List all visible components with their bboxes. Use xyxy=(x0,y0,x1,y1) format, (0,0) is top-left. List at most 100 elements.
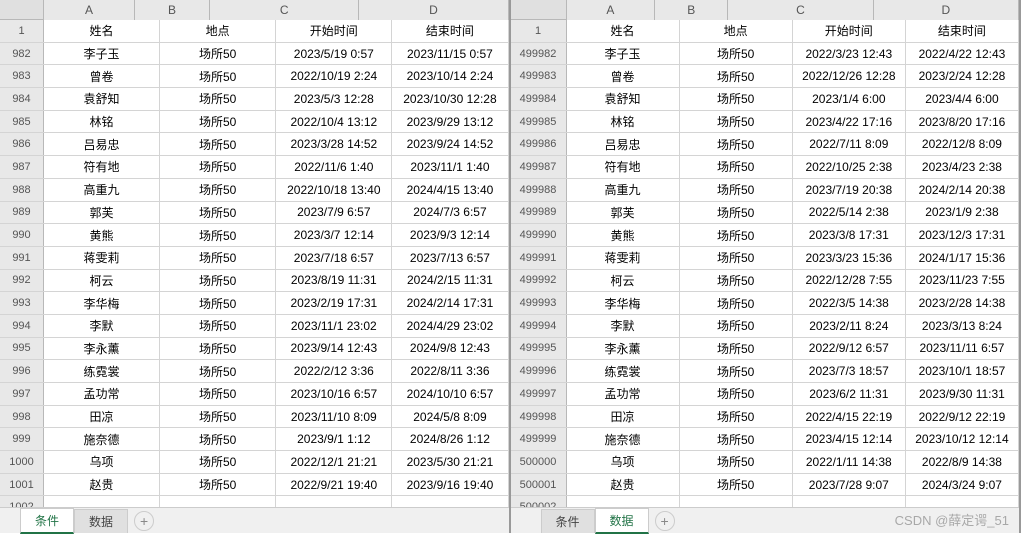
cell-place[interactable]: 场所50 xyxy=(680,133,793,155)
cell-name[interactable]: 吕易忠 xyxy=(44,133,160,155)
cell-end[interactable]: 2024/2/14 17:31 xyxy=(392,292,508,314)
row-header[interactable]: 499988 xyxy=(511,179,567,201)
col-header-C[interactable]: C xyxy=(210,0,359,20)
row-header[interactable]: 499998 xyxy=(511,406,567,428)
cell-end[interactable]: 2023/4/4 6:00 xyxy=(906,88,1019,110)
cell-start[interactable]: 2023/7/9 6:57 xyxy=(276,202,392,224)
cell-end[interactable]: 2023/11/1 1:40 xyxy=(392,156,508,178)
row-header[interactable]: 499993 xyxy=(511,292,567,314)
cell-end[interactable]: 2023/8/20 17:16 xyxy=(906,111,1019,133)
cell-end[interactable]: 2024/4/29 23:02 xyxy=(392,315,508,337)
cell-place[interactable]: 场所50 xyxy=(680,360,793,382)
cell-end[interactable]: 2023/11/15 0:57 xyxy=(392,43,508,65)
cell-name[interactable]: 郭芙 xyxy=(567,202,680,224)
cell-start[interactable]: 2022/11/6 1:40 xyxy=(276,156,392,178)
row-header[interactable]: 500000 xyxy=(511,451,567,473)
cell-end[interactable]: 2023/11/11 6:57 xyxy=(906,338,1019,360)
cell-place[interactable]: 场所50 xyxy=(160,133,276,155)
cell-start[interactable]: 2022/10/25 2:38 xyxy=(793,156,906,178)
cell-start[interactable]: 2023/8/19 11:31 xyxy=(276,270,392,292)
cell-end[interactable] xyxy=(392,496,508,507)
row-header[interactable]: 994 xyxy=(0,315,44,337)
cell-end[interactable]: 2023/10/30 12:28 xyxy=(392,88,508,110)
cell-name[interactable]: 乌项 xyxy=(44,451,160,473)
cell-start[interactable]: 2022/10/18 13:40 xyxy=(276,179,392,201)
row-header[interactable]: 992 xyxy=(0,270,44,292)
row-header[interactable]: 1 xyxy=(511,20,567,42)
cell-place[interactable]: 场所50 xyxy=(160,156,276,178)
cell-place[interactable]: 场所50 xyxy=(160,270,276,292)
cell-name[interactable]: 田凉 xyxy=(567,406,680,428)
cell-place[interactable]: 场所50 xyxy=(680,224,793,246)
cell-header-name[interactable]: 姓名 xyxy=(567,20,680,42)
cell-place[interactable]: 场所50 xyxy=(160,111,276,133)
cell-start[interactable]: 2023/9/1 1:12 xyxy=(276,428,392,450)
cell-place[interactable]: 场所50 xyxy=(680,270,793,292)
cell-place[interactable]: 场所50 xyxy=(160,65,276,87)
cell-start[interactable]: 2022/1/11 14:38 xyxy=(793,451,906,473)
cell-place[interactable]: 场所50 xyxy=(160,202,276,224)
cell-place[interactable]: 场所50 xyxy=(160,179,276,201)
cell-place[interactable]: 场所50 xyxy=(680,179,793,201)
cell-name[interactable]: 郭芙 xyxy=(44,202,160,224)
cell-end[interactable]: 2023/10/12 12:14 xyxy=(906,428,1019,450)
cell-start[interactable]: 2022/9/12 6:57 xyxy=(793,338,906,360)
cell-end[interactable]: 2024/10/10 6:57 xyxy=(392,383,508,405)
cell-name[interactable]: 袁舒知 xyxy=(567,88,680,110)
cell-start[interactable]: 2023/7/19 20:38 xyxy=(793,179,906,201)
row-header[interactable]: 500002 xyxy=(511,496,567,507)
cell-place[interactable]: 场所50 xyxy=(680,451,793,473)
cell-end[interactable]: 2022/8/9 14:38 xyxy=(906,451,1019,473)
row-header[interactable]: 499989 xyxy=(511,202,567,224)
row-header[interactable]: 990 xyxy=(0,224,44,246)
col-header-C[interactable]: C xyxy=(728,0,873,20)
row-header[interactable]: 499994 xyxy=(511,315,567,337)
cell-place[interactable]: 场所50 xyxy=(680,338,793,360)
cell-start[interactable]: 2022/10/19 2:24 xyxy=(276,65,392,87)
cell-place[interactable] xyxy=(680,496,793,507)
cell-end[interactable]: 2023/3/13 8:24 xyxy=(906,315,1019,337)
row-header[interactable]: 499987 xyxy=(511,156,567,178)
row-header[interactable]: 500001 xyxy=(511,474,567,496)
row-header[interactable]: 499997 xyxy=(511,383,567,405)
cell-name[interactable]: 李华梅 xyxy=(44,292,160,314)
row-header[interactable]: 1001 xyxy=(0,474,44,496)
cell-start[interactable]: 2023/3/23 15:36 xyxy=(793,247,906,269)
row-header[interactable]: 499999 xyxy=(511,428,567,450)
cell-start[interactable]: 2022/7/11 8:09 xyxy=(793,133,906,155)
cell-header-place[interactable]: 地点 xyxy=(680,20,793,42)
cell-start[interactable]: 2022/3/5 14:38 xyxy=(793,292,906,314)
cell-header-start[interactable]: 开始时间 xyxy=(276,20,392,42)
row-header[interactable]: 499986 xyxy=(511,133,567,155)
cell-name[interactable]: 李永薰 xyxy=(567,338,680,360)
cell-end[interactable]: 2024/7/3 6:57 xyxy=(392,202,508,224)
cell-name[interactable]: 曾卷 xyxy=(567,65,680,87)
row-header[interactable]: 987 xyxy=(0,156,44,178)
row-header[interactable]: 499996 xyxy=(511,360,567,382)
cell-start[interactable]: 2022/4/15 22:19 xyxy=(793,406,906,428)
col-header-D[interactable]: D xyxy=(874,0,1019,20)
cell-start[interactable]: 2023/3/8 17:31 xyxy=(793,224,906,246)
cell-place[interactable]: 场所50 xyxy=(160,43,276,65)
cell-name[interactable]: 黄熊 xyxy=(567,224,680,246)
cell-end[interactable]: 2022/9/12 22:19 xyxy=(906,406,1019,428)
row-header[interactable]: 1 xyxy=(0,20,44,42)
cell-name[interactable]: 林铭 xyxy=(44,111,160,133)
cell-place[interactable]: 场所50 xyxy=(160,428,276,450)
cell-header-end[interactable]: 结束时间 xyxy=(906,20,1019,42)
select-all-corner[interactable] xyxy=(511,0,567,20)
cell-end[interactable] xyxy=(906,496,1019,507)
cell-start[interactable]: 2022/2/12 3:36 xyxy=(276,360,392,382)
row-header[interactable]: 499990 xyxy=(511,224,567,246)
cell-end[interactable]: 2023/2/28 14:38 xyxy=(906,292,1019,314)
cell-end[interactable]: 2022/4/22 12:43 xyxy=(906,43,1019,65)
cell-name[interactable]: 李子玉 xyxy=(44,43,160,65)
col-header-A[interactable]: A xyxy=(567,0,656,20)
cell-place[interactable]: 场所50 xyxy=(680,428,793,450)
cell-header-place[interactable]: 地点 xyxy=(160,20,276,42)
cell-place[interactable]: 场所50 xyxy=(680,247,793,269)
cell-start[interactable]: 2023/2/19 17:31 xyxy=(276,292,392,314)
cell-name[interactable]: 林铭 xyxy=(567,111,680,133)
cell-start[interactable]: 2023/7/28 9:07 xyxy=(793,474,906,496)
cell-end[interactable]: 2022/12/8 8:09 xyxy=(906,133,1019,155)
